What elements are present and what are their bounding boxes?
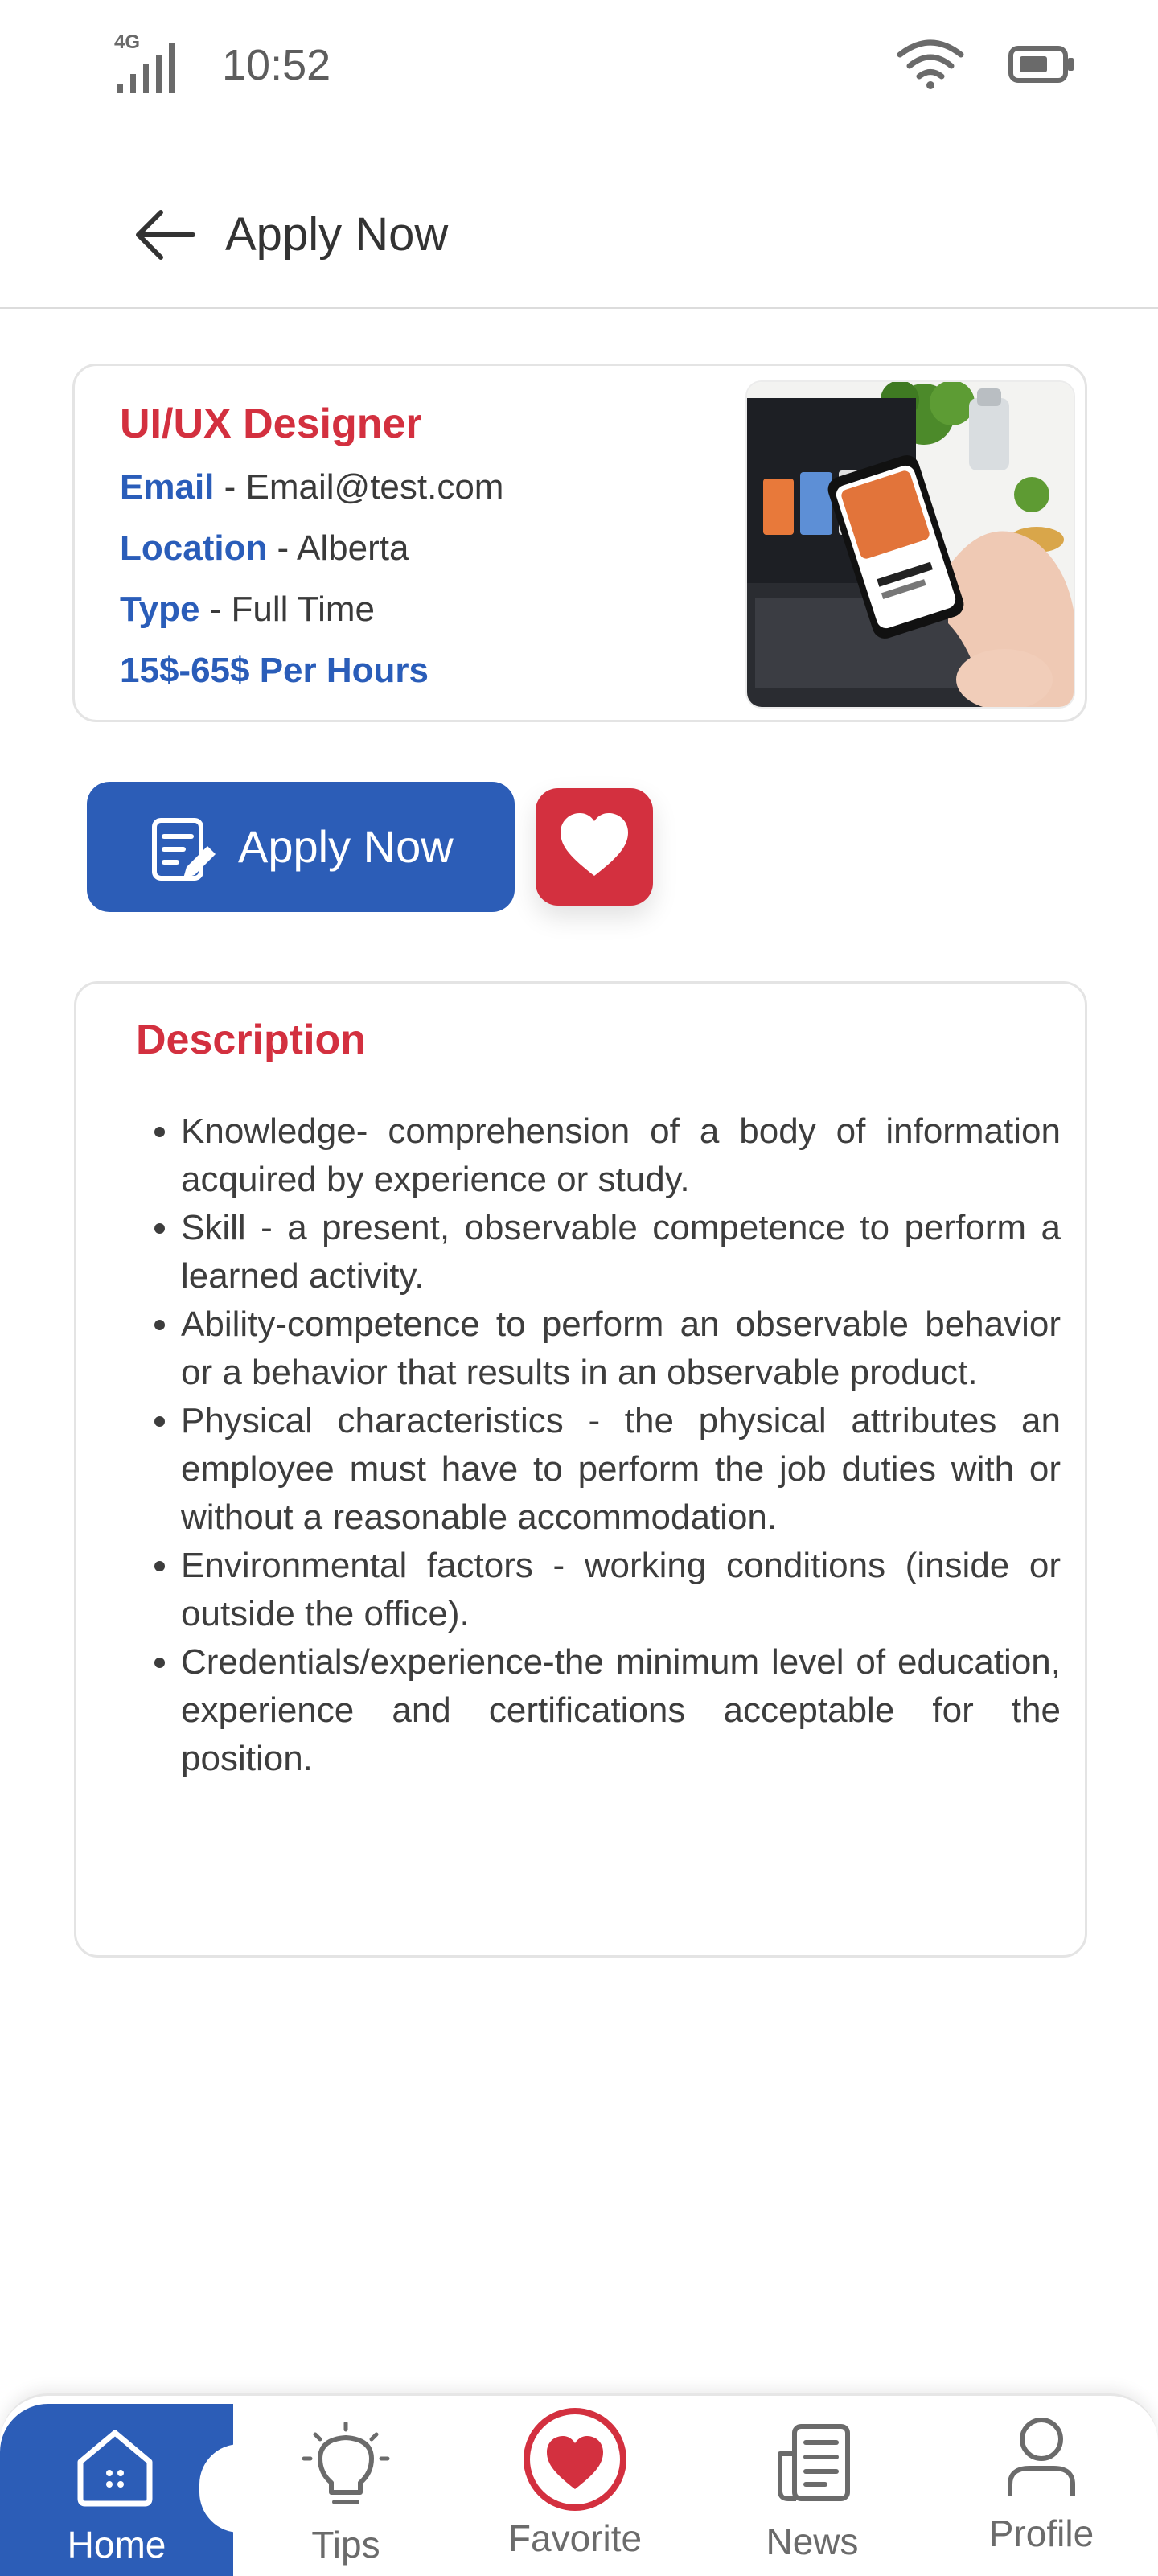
job-email: Email - Email@test.com [120, 467, 503, 507]
separator: - [199, 590, 232, 629]
profile-icon [1008, 2418, 1075, 2496]
apply-now-button[interactable]: Apply Now [87, 782, 515, 912]
job-title: UI/UX Designer [120, 401, 422, 447]
job-location: Location - Alberta [120, 528, 409, 569]
nav-item-profile[interactable]: Profile [957, 2396, 1126, 2576]
job-rate: 15$-65$ Per Hours [120, 651, 429, 690]
document-edit-icon [152, 818, 216, 881]
status-time: 10:52 [222, 41, 331, 89]
email-label: Email [120, 467, 215, 507]
type-label: Type [120, 590, 200, 629]
separator: - [267, 528, 298, 568]
list-item: Environmental factors - working conditio… [181, 1542, 1061, 1638]
nav-label-favorite: Favorite [507, 2517, 643, 2559]
nav-item-home[interactable]: Home [32, 2396, 201, 2576]
wifi-icon [897, 39, 964, 89]
job-type: Type - Full Time [120, 590, 375, 630]
laptop-phone-illustration [747, 382, 1074, 707]
location-value: Alberta [297, 528, 409, 568]
list-item: Physical characteristics - the physical … [181, 1397, 1061, 1542]
separator: - [214, 467, 246, 507]
home-icon [77, 2430, 153, 2507]
description-title: Description [136, 1017, 367, 1063]
battery-icon [1008, 46, 1074, 83]
signal-icon: 4G [114, 31, 175, 93]
back-arrow-icon[interactable] [133, 206, 199, 264]
apply-now-label: Apply Now [238, 821, 454, 872]
network-type: 4G [114, 31, 140, 53]
nav-label-news: News [766, 2521, 859, 2562]
description-list: Knowledge- comprehension of a body of in… [141, 1107, 1061, 1783]
nav-item-tips[interactable]: Tips [265, 2396, 426, 2576]
list-item: Skill - a present, observable competence… [181, 1204, 1061, 1300]
nav-item-news[interactable]: News [732, 2396, 893, 2576]
type-value: Full Time [231, 590, 376, 629]
job-card[interactable]: UI/UX Designer Email - Email@test.com Lo… [72, 364, 1087, 722]
page-title: Apply Now [225, 208, 449, 261]
list-item: Knowledge- comprehension of a body of in… [181, 1107, 1061, 1204]
nav-label-home: Home [67, 2524, 166, 2566]
description-card: Description Knowledge- comprehension of … [74, 981, 1087, 1958]
list-item: Ability-competence to perform an observa… [181, 1300, 1061, 1397]
heart-icon [524, 2408, 626, 2511]
nav-item-favorite[interactable]: Favorite [482, 2396, 667, 2576]
news-icon [778, 2424, 850, 2501]
list-item: Credentials/experience-the minimum level… [181, 1638, 1061, 1783]
header: Apply Now [0, 161, 1158, 309]
location-label: Location [120, 528, 268, 568]
nav-label-tips: Tips [311, 2524, 380, 2566]
job-image [745, 380, 1075, 709]
heart-icon [561, 813, 628, 876]
favorite-button[interactable] [536, 788, 653, 906]
bottom-navigation: Home Tips Favorite News Profile [0, 2393, 1158, 2576]
lightbulb-icon [302, 2422, 390, 2504]
nav-label-profile: Profile [988, 2512, 1094, 2554]
status-bar: 4G 10:52 [0, 0, 1158, 129]
email-value: Email@test.com [245, 467, 504, 507]
